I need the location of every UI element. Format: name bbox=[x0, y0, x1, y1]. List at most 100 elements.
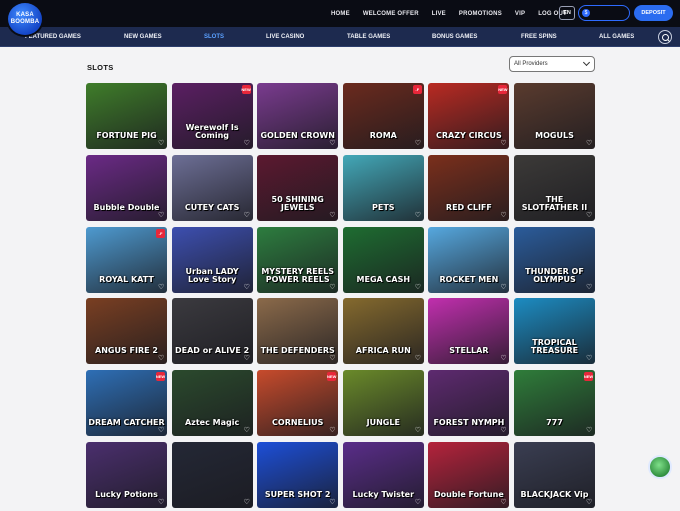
favorite-heart-icon[interactable]: ♡ bbox=[415, 284, 421, 291]
favorite-heart-icon[interactable]: ♡ bbox=[244, 212, 250, 219]
favorite-heart-icon[interactable]: ♡ bbox=[158, 140, 164, 147]
favorite-heart-icon[interactable]: ♡ bbox=[244, 284, 250, 291]
favorite-heart-icon[interactable]: ♡ bbox=[500, 140, 506, 147]
game-badge: NEW bbox=[498, 85, 508, 94]
favorite-heart-icon[interactable]: ♡ bbox=[586, 355, 592, 362]
game-tile[interactable]: Lucky Twister ♡ bbox=[342, 442, 424, 508]
game-tile[interactable]: DEAD or ALIVE 2 ♡ bbox=[171, 298, 253, 365]
game-tile[interactable]: Double Fortune ♡ bbox=[428, 442, 510, 508]
provider-select[interactable]: All Providers bbox=[509, 56, 595, 72]
game-tile[interactable]: PETS ♡ bbox=[342, 154, 424, 221]
favorite-heart-icon[interactable]: ♡ bbox=[158, 212, 164, 219]
tab-bonus-games[interactable]: BONUS GAMES bbox=[432, 27, 477, 47]
nav-vip-link[interactable]: VIP bbox=[515, 11, 525, 17]
game-title: Bubble Double bbox=[93, 202, 160, 212]
tab-free-spins[interactable]: FREE SPINS bbox=[521, 27, 557, 47]
game-tile[interactable]: THE DEFENDERS ♡ bbox=[257, 298, 339, 365]
game-tile[interactable]: CORNELIUS ♡ NEW bbox=[257, 370, 339, 437]
favorite-heart-icon[interactable]: ♡ bbox=[415, 212, 421, 219]
game-tile[interactable]: Lucky Potions ♡ bbox=[86, 442, 167, 508]
game-tile[interactable]: CRAZY CIRCUS ♡ NEW bbox=[428, 83, 510, 149]
game-tile[interactable]: THUNDER OF OLYMPUS ♡ bbox=[514, 226, 595, 293]
game-tile[interactable]: DREAM CATCHER ♡ NEW bbox=[86, 370, 167, 437]
nav-welcome-offer-link[interactable]: WELCOME OFFER bbox=[363, 11, 419, 17]
game-tile[interactable]: MOGULS ♡ bbox=[514, 83, 595, 149]
game-tile[interactable]: GOLDEN CROWN ♡ bbox=[257, 83, 339, 149]
favorite-heart-icon[interactable]: ♡ bbox=[158, 355, 164, 362]
game-tile[interactable]: Bubble Double ♡ bbox=[86, 154, 167, 221]
game-badge: NEW bbox=[241, 85, 251, 94]
favorite-heart-icon[interactable]: ♡ bbox=[500, 355, 506, 362]
chat-support-icon[interactable] bbox=[648, 455, 672, 479]
game-tile[interactable]: AFRICA RUN ♡ bbox=[342, 298, 424, 365]
language-selector[interactable]: EN bbox=[559, 6, 575, 20]
game-tile[interactable]: RED CLIFF ♡ bbox=[428, 154, 510, 221]
favorite-heart-icon[interactable]: ♡ bbox=[329, 212, 335, 219]
game-title: 50 SHINING JEWELS bbox=[271, 194, 324, 212]
category-bar: FEATURED GAMES NEW GAMES SLOTS LIVE CASI… bbox=[0, 27, 680, 47]
favorite-heart-icon[interactable]: ♡ bbox=[158, 499, 164, 506]
game-tile[interactable]: Werewolf Is Coming ♡ NEW bbox=[171, 83, 253, 149]
favorite-heart-icon[interactable]: ♡ bbox=[586, 427, 592, 434]
game-tile[interactable]: BLACKJACK Vip ♡ bbox=[514, 442, 595, 508]
game-tile[interactable]: STELLAR ♡ bbox=[428, 298, 510, 365]
favorite-heart-icon[interactable]: ♡ bbox=[586, 499, 592, 506]
tab-live-casino[interactable]: LIVE CASINO bbox=[266, 27, 304, 47]
tab-all-games[interactable]: ALL GAMES bbox=[599, 27, 634, 47]
favorite-heart-icon[interactable]: ♡ bbox=[329, 355, 335, 362]
balance-field[interactable]: $ bbox=[578, 5, 630, 21]
tab-slots[interactable]: SLOTS bbox=[204, 27, 224, 47]
game-tile[interactable]: SUPER SHOT 2 ♡ bbox=[257, 442, 339, 508]
favorite-heart-icon[interactable]: ♡ bbox=[415, 140, 421, 147]
game-tile[interactable]: 777 ♡ NEW bbox=[514, 370, 595, 437]
favorite-heart-icon[interactable]: ♡ bbox=[329, 427, 335, 434]
chevron-down-icon bbox=[582, 58, 591, 67]
favorite-heart-icon[interactable]: ♡ bbox=[244, 140, 250, 147]
game-tile[interactable]: ROMA ♡ -F bbox=[342, 83, 424, 149]
game-tile[interactable]: CUTEY CATS ♡ bbox=[171, 154, 253, 221]
favorite-heart-icon[interactable]: ♡ bbox=[329, 499, 335, 506]
game-tile[interactable]: FOREST NYMPH ♡ bbox=[428, 370, 510, 437]
favorite-heart-icon[interactable]: ♡ bbox=[586, 284, 592, 291]
deposit-button[interactable]: DEPOSIT bbox=[634, 5, 673, 21]
game-title: FOREST NYMPH bbox=[433, 418, 505, 428]
favorite-heart-icon[interactable]: ♡ bbox=[329, 284, 335, 291]
game-tile[interactable]: ANGUS FIRE 2 ♡ bbox=[86, 298, 167, 365]
favorite-heart-icon[interactable]: ♡ bbox=[500, 284, 506, 291]
favorite-heart-icon[interactable]: ♡ bbox=[586, 140, 592, 147]
favorite-heart-icon[interactable]: ♡ bbox=[158, 427, 164, 434]
favorite-heart-icon[interactable]: ♡ bbox=[415, 427, 421, 434]
favorite-heart-icon[interactable]: ♡ bbox=[415, 355, 421, 362]
favorite-heart-icon[interactable]: ♡ bbox=[244, 427, 250, 434]
search-icon[interactable] bbox=[658, 30, 672, 44]
game-tile[interactable]: TROPICAL TREASURE ♡ bbox=[514, 298, 595, 365]
game-tile[interactable]: 50 SHINING JEWELS ♡ bbox=[257, 154, 339, 221]
brand-logo[interactable]: KASA BOOMBA bbox=[6, 1, 44, 37]
game-tile[interactable]: Urban LADY Love Story ♡ bbox=[171, 226, 253, 293]
favorite-heart-icon[interactable]: ♡ bbox=[158, 284, 164, 291]
game-tile[interactable]: MYSTERY REELS POWER REELS ♡ bbox=[257, 226, 339, 293]
favorite-heart-icon[interactable]: ♡ bbox=[500, 212, 506, 219]
favorite-heart-icon[interactable]: ♡ bbox=[415, 499, 421, 506]
game-tile[interactable]: MEGA CASH ♡ bbox=[342, 226, 424, 293]
nav-live-link[interactable]: LIVE bbox=[432, 11, 446, 17]
nav-promotions-link[interactable]: PROMOTIONS bbox=[459, 11, 502, 17]
game-tile[interactable]: ROYAL KATT ♡ -F bbox=[86, 226, 167, 293]
favorite-heart-icon[interactable]: ♡ bbox=[244, 499, 250, 506]
favorite-heart-icon[interactable]: ♡ bbox=[329, 140, 335, 147]
favorite-heart-icon[interactable]: ♡ bbox=[244, 355, 250, 362]
nav-home-link[interactable]: HOME bbox=[331, 11, 350, 17]
tab-table-games[interactable]: TABLE GAMES bbox=[347, 27, 390, 47]
favorite-heart-icon[interactable]: ♡ bbox=[500, 427, 506, 434]
game-tile[interactable]: JUNGLE ♡ bbox=[342, 370, 424, 437]
favorite-heart-icon[interactable]: ♡ bbox=[500, 499, 506, 506]
favorite-heart-icon[interactable]: ♡ bbox=[586, 212, 592, 219]
game-title: THE DEFENDERS bbox=[260, 346, 335, 356]
tab-new-games[interactable]: NEW GAMES bbox=[124, 27, 162, 47]
game-tile[interactable]: FORTUNE PIG ♡ bbox=[86, 83, 167, 149]
game-tile[interactable]: ROCKET MEN ♡ bbox=[428, 226, 510, 293]
game-tile[interactable]: Aztec Magic ♡ bbox=[171, 370, 253, 437]
game-title: THE SLOTFATHER II bbox=[521, 194, 588, 212]
game-tile[interactable]: ♡ bbox=[171, 442, 253, 508]
game-tile[interactable]: THE SLOTFATHER II ♡ bbox=[514, 154, 595, 221]
